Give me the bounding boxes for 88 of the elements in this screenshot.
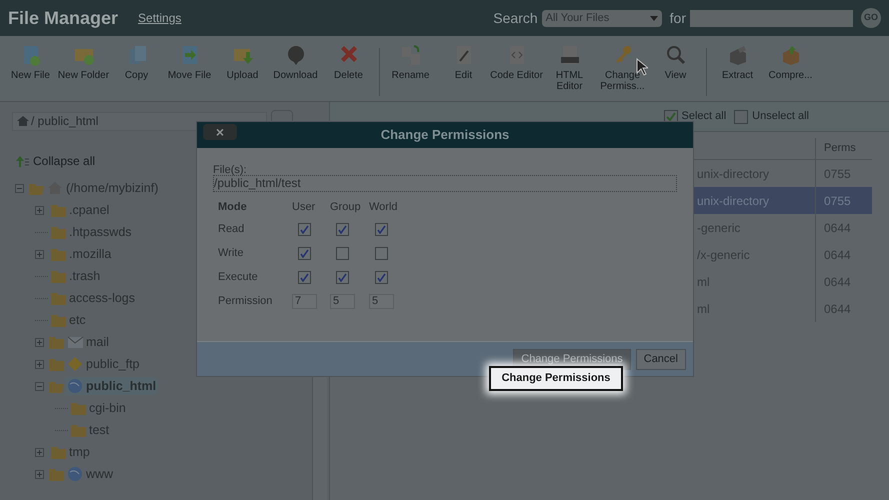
folder-icon xyxy=(48,356,65,372)
checkbox[interactable] xyxy=(336,270,349,284)
search-label: Search xyxy=(493,8,538,28)
toolbar-button[interactable]: View xyxy=(649,44,702,81)
checkbox[interactable] xyxy=(734,110,748,124)
check-icon xyxy=(666,112,676,122)
folder-icon xyxy=(50,246,67,262)
permission-field[interactable]: 5 xyxy=(330,294,355,308)
globe-icon xyxy=(67,378,84,394)
check-icon xyxy=(300,272,309,282)
expand-toggle-icon[interactable] xyxy=(35,470,44,478)
dialog-title: Change Permissions xyxy=(380,126,510,144)
check-icon xyxy=(377,224,386,234)
collapse-toggle-icon[interactable] xyxy=(35,382,44,390)
toolbar-button[interactable]: Move File xyxy=(163,44,216,81)
row-label: Read xyxy=(218,222,246,237)
toolbar-button[interactable]: HTML Editor xyxy=(543,44,596,92)
mail-icon xyxy=(67,334,84,350)
rename-icon xyxy=(400,44,422,66)
folder-icon xyxy=(48,334,65,350)
highlight-tooltip[interactable]: Change Permissions xyxy=(489,366,623,391)
folder-icon xyxy=(70,400,87,416)
toolbar-button[interactable]: Download xyxy=(269,44,322,81)
caret-icon xyxy=(650,16,658,20)
settings-link[interactable]: Settings xyxy=(138,9,182,27)
toolbar-button[interactable]: Upload xyxy=(216,44,269,81)
folder-icon xyxy=(50,290,67,306)
row-label: Write xyxy=(218,246,244,261)
folder-icon xyxy=(50,224,67,240)
row-label: Execute xyxy=(218,270,259,285)
globe-icon xyxy=(67,466,84,482)
check-icon xyxy=(300,248,309,258)
toolbar-button[interactable]: New Folder xyxy=(57,44,110,81)
checkbox[interactable] xyxy=(298,222,311,236)
folder-icon xyxy=(48,466,65,482)
checkbox[interactable] xyxy=(298,270,311,284)
checkbox[interactable] xyxy=(375,246,388,260)
folder-icon xyxy=(50,312,67,328)
expand-toggle-icon[interactable] xyxy=(35,448,44,456)
files-label: File(s): xyxy=(213,164,248,176)
collapse-icon xyxy=(16,156,29,166)
toolbar-button[interactable]: Delete xyxy=(322,44,375,81)
checkbox[interactable] xyxy=(336,222,349,236)
checkbox[interactable] xyxy=(375,270,388,284)
expand-toggle-icon[interactable] xyxy=(35,338,44,346)
column-header: Mode xyxy=(218,200,248,215)
check-icon xyxy=(377,272,386,282)
toolbar-button[interactable]: Code Editor xyxy=(490,44,543,81)
expand-toggle-icon[interactable] xyxy=(35,206,44,214)
toolbar-button[interactable]: Edit xyxy=(437,44,490,81)
select-toggle[interactable]: Unselect all xyxy=(734,108,809,125)
toolbar-button[interactable]: New File xyxy=(4,44,57,81)
checkbox[interactable] xyxy=(375,222,388,236)
check-icon xyxy=(300,224,309,234)
row-label: Permission xyxy=(218,294,274,309)
files-field: /public_html/test xyxy=(213,175,677,192)
folder-icon xyxy=(50,268,67,284)
permission-field[interactable]: 5 xyxy=(369,294,394,308)
collapse-toggle-icon[interactable] xyxy=(15,184,24,192)
column-header: World xyxy=(369,200,399,215)
app-title: File Manager xyxy=(8,6,118,30)
tree-item[interactable]: public_html xyxy=(65,376,158,396)
toolbar-button[interactable]: Extract xyxy=(711,44,764,81)
close-button[interactable]: × xyxy=(203,124,237,140)
expand-toggle-icon[interactable] xyxy=(35,360,44,368)
column-header: User xyxy=(292,200,316,215)
checkbox[interactable] xyxy=(298,246,311,260)
folder-icon xyxy=(70,422,87,438)
dialog-button[interactable]: Cancel xyxy=(636,348,686,370)
toolbar-button[interactable]: Rename xyxy=(384,44,437,81)
search-field[interactable] xyxy=(690,10,853,26)
folder-icon xyxy=(50,444,67,460)
magnifier-icon xyxy=(664,44,686,66)
toolbar-button[interactable]: Compre... xyxy=(764,44,817,81)
for-label: for xyxy=(670,8,686,28)
home-icon xyxy=(17,115,29,127)
collapse-all-link[interactable]: Collapse all xyxy=(16,152,96,170)
permission-field[interactable]: 7 xyxy=(292,294,317,308)
html-file-icon xyxy=(558,44,580,66)
toolbar-button[interactable]: Copy xyxy=(110,44,163,81)
folder-icon xyxy=(50,202,67,218)
check-icon xyxy=(338,272,347,282)
column-header: Group xyxy=(330,200,362,215)
ftp-icon xyxy=(67,356,84,372)
expand-toggle-icon[interactable] xyxy=(35,250,44,258)
check-icon xyxy=(338,224,347,234)
toolbar-button[interactable]: Change Permiss... xyxy=(596,44,649,92)
checkbox[interactable] xyxy=(336,246,349,260)
